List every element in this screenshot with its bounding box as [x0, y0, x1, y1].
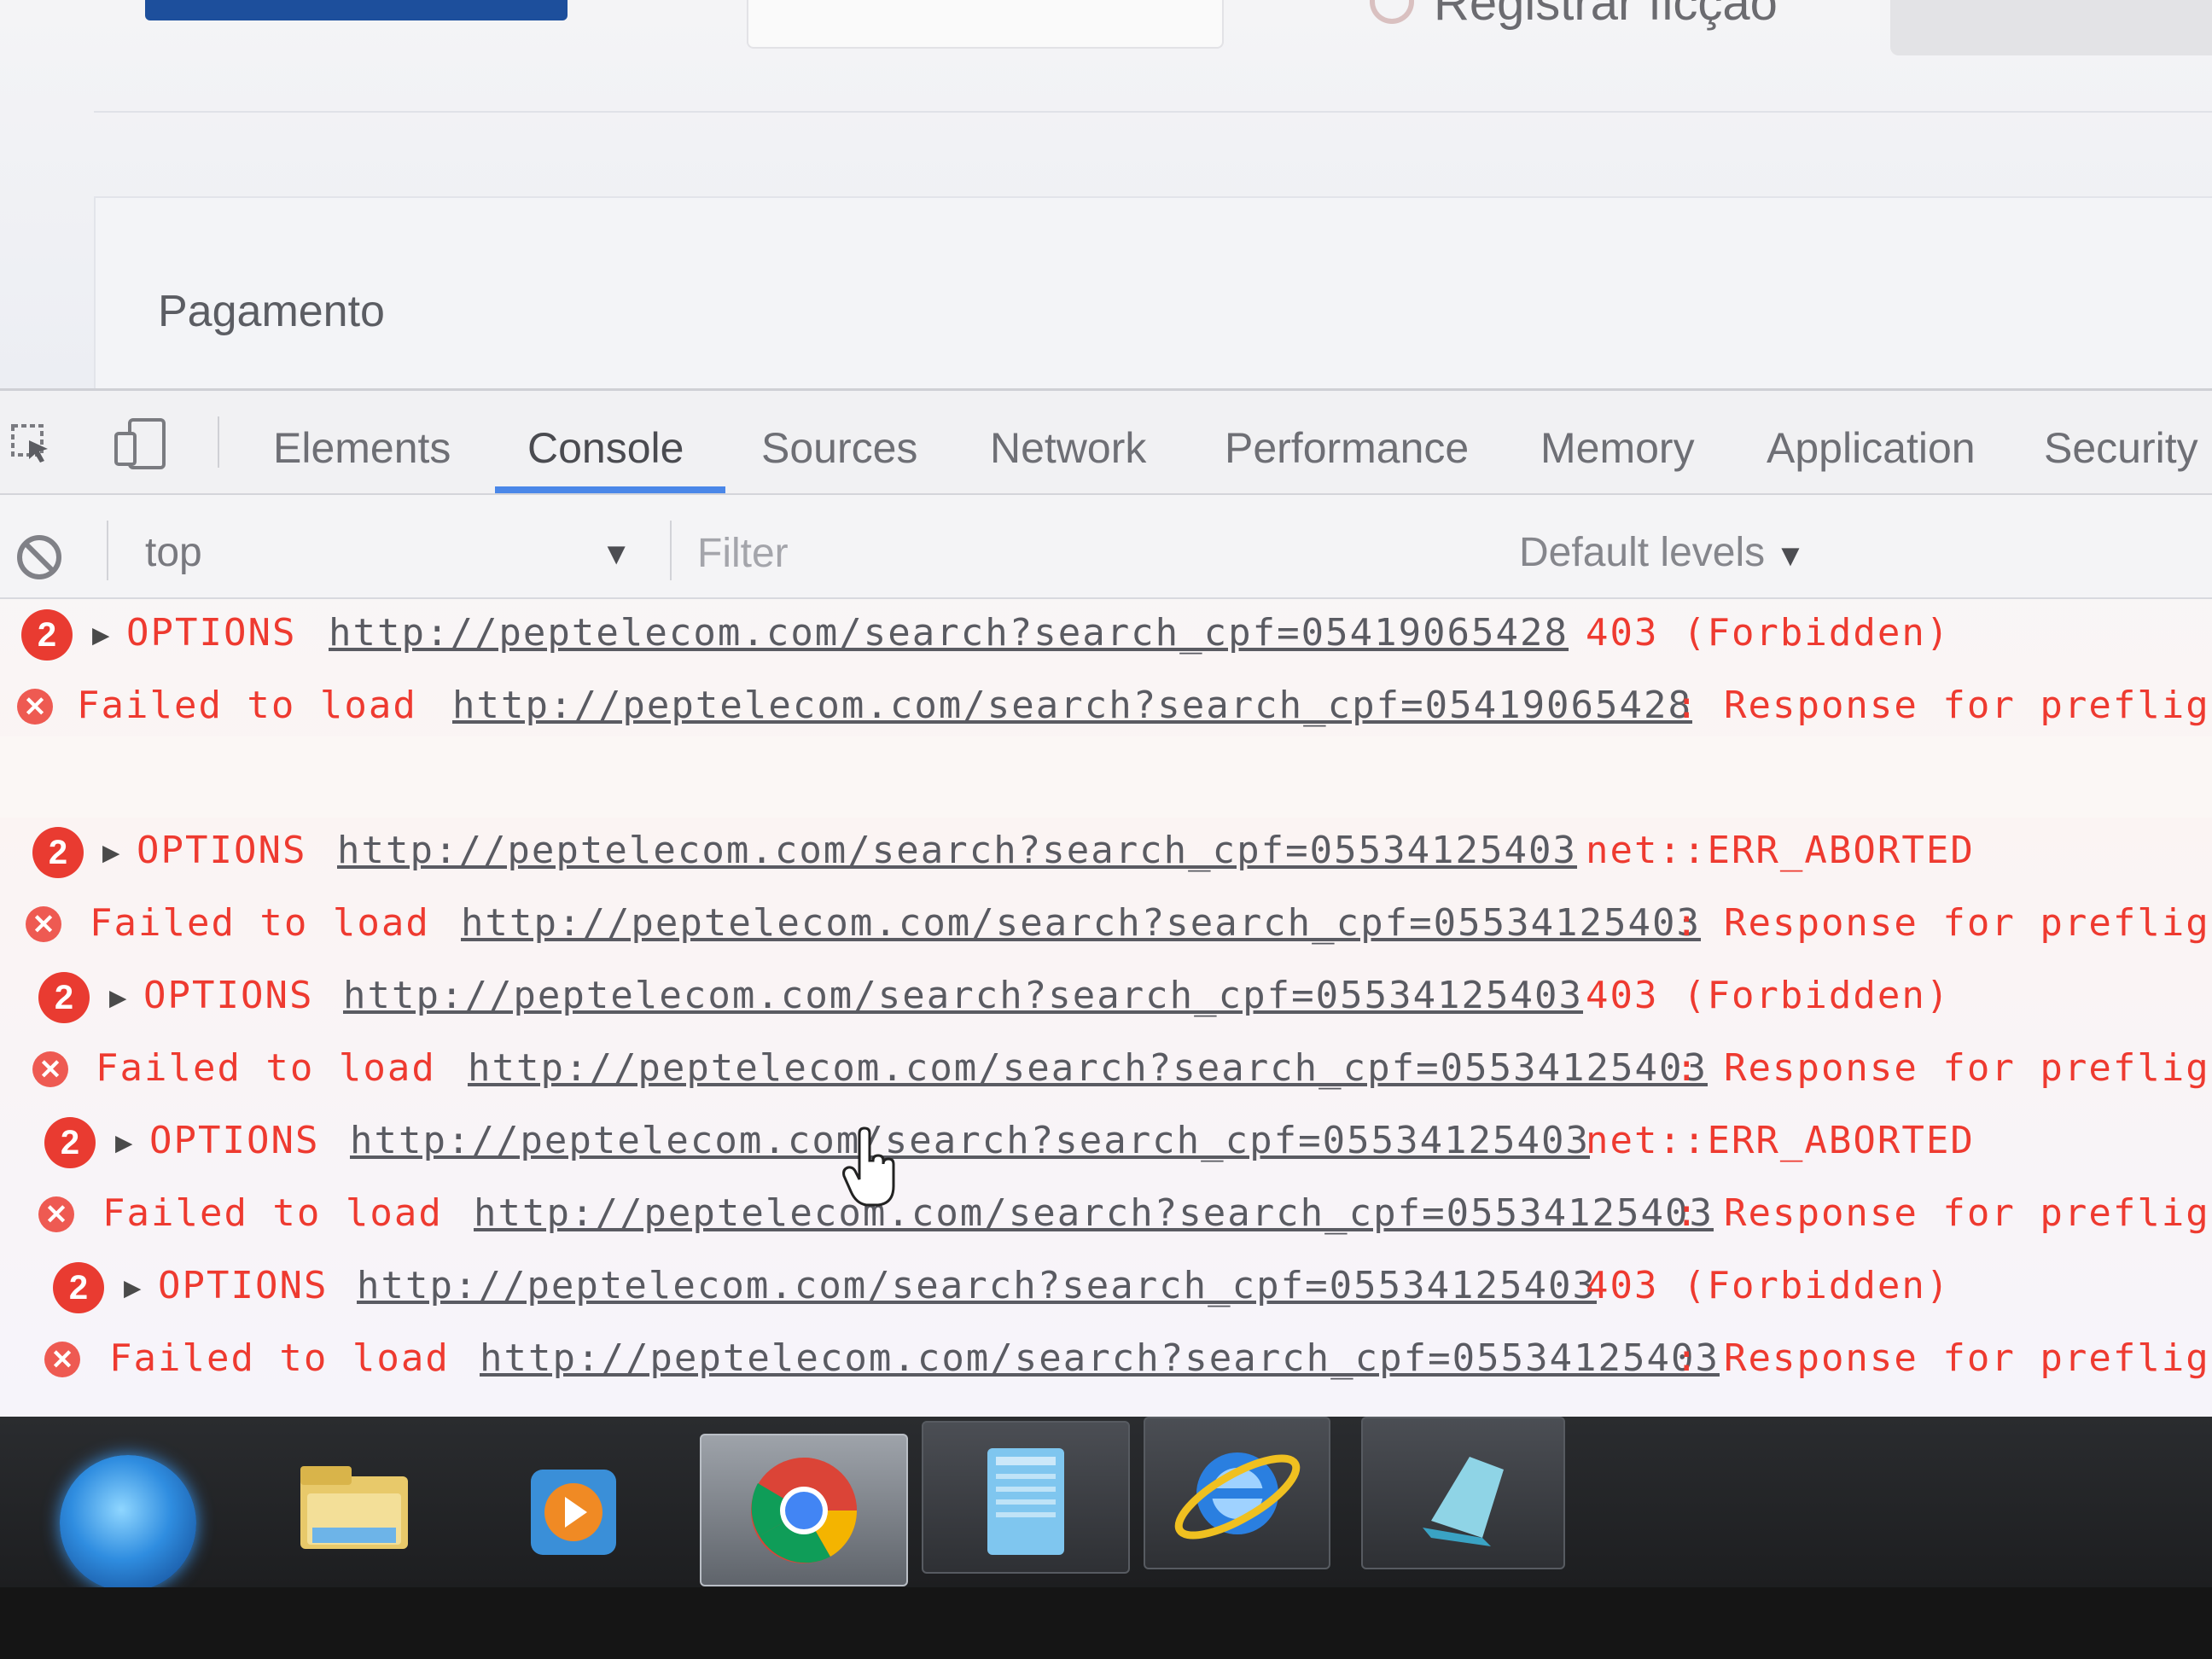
tab-security[interactable]: Security — [2044, 423, 2198, 473]
request-method: OPTIONS — [126, 611, 297, 655]
console-toolbar: top ▼ Default levels ▼ — [0, 495, 2212, 599]
toolbar-separator — [670, 521, 672, 580]
error-suffix: : Response for preflight — [1675, 901, 2212, 945]
request-url-link[interactable]: http://peptelecom.com/search?search_cpf=… — [343, 974, 1583, 1017]
error-prefix: Failed to load — [102, 1191, 443, 1235]
tab-elements[interactable]: Elements — [273, 423, 451, 473]
error-icon: ✕ — [26, 906, 61, 942]
error-icon: ✕ — [17, 689, 53, 725]
devtools-tab-bar: Elements Console Sources Network Perform… — [0, 391, 2212, 495]
expand-triangle-icon[interactable]: ▶ — [92, 618, 111, 652]
repeat-count-badge: 2 — [21, 609, 73, 661]
media-player-button[interactable] — [504, 1425, 649, 1575]
request-url-link[interactable]: http://peptelecom.com/search?search_cpf=… — [329, 611, 1569, 655]
message-spacer — [0, 736, 2212, 818]
error-icon: ✕ — [32, 1051, 68, 1087]
error-suffix: : Response for preflight — [1675, 684, 2212, 727]
tab-sources[interactable]: Sources — [761, 423, 917, 473]
devtools-panel: Elements Console Sources Network Perform… — [0, 388, 2212, 1449]
request-status: 403 (Forbidden) — [1586, 974, 1951, 1017]
section-title: Pagamento — [158, 287, 385, 336]
context-value: top — [145, 530, 202, 575]
start-orb-icon[interactable] — [60, 1455, 196, 1592]
log-levels-label: Default levels — [1519, 530, 1766, 575]
error-suffix: : Response for preflight — [1675, 1191, 2212, 1235]
internet-explorer-icon — [1174, 1452, 1301, 1540]
inspect-element-icon[interactable] — [10, 423, 53, 466]
hand-cursor-icon — [842, 1126, 895, 1207]
file-explorer-button[interactable] — [282, 1425, 427, 1575]
dropdown-arrow-icon: ▼ — [601, 536, 632, 571]
device-toolbar-icon[interactable] — [111, 418, 171, 469]
repeat-count-badge: 2 — [38, 972, 90, 1023]
media-player-icon — [531, 1470, 616, 1555]
expand-triangle-icon[interactable]: ▶ — [115, 1126, 134, 1160]
error-icon: ✕ — [44, 1342, 80, 1377]
error-prefix: Failed to load — [96, 1046, 436, 1090]
windows-taskbar — [0, 1417, 2212, 1592]
page-area: Registrar ficção Pagamento — [0, 0, 2212, 390]
tab-memory[interactable]: Memory — [1540, 423, 1695, 473]
folder-app-icon — [1423, 1457, 1504, 1546]
request-method: OPTIONS — [149, 1119, 320, 1162]
chrome-icon — [751, 1458, 858, 1563]
notepad-taskbar-button[interactable] — [922, 1421, 1130, 1574]
error-prefix: Failed to load — [77, 684, 417, 727]
error-prefix: Failed to load — [109, 1336, 450, 1380]
filter-input[interactable] — [696, 519, 1488, 587]
tab-application[interactable]: Application — [1767, 423, 1976, 473]
request-url-link[interactable]: http://peptelecom.com/search?search_cpf=… — [461, 901, 1701, 945]
clear-console-icon[interactable] — [15, 533, 63, 581]
expand-triangle-icon[interactable]: ▶ — [109, 981, 128, 1015]
request-url-link[interactable]: http://peptelecom.com/search?search_cpf=… — [357, 1264, 1597, 1307]
tab-performance[interactable]: Performance — [1225, 423, 1469, 473]
secondary-button[interactable] — [1890, 0, 2212, 55]
chrome-taskbar-button[interactable] — [700, 1434, 908, 1586]
error-prefix: Failed to load — [90, 901, 430, 945]
request-url-link[interactable]: http://peptelecom.com/search?search_cpf=… — [350, 1119, 1590, 1162]
context-selector[interactable]: top ▼ — [145, 529, 632, 580]
error-suffix: : Response for preflight — [1675, 1336, 2212, 1380]
repeat-count-badge: 2 — [32, 827, 84, 878]
repeat-count-badge: 2 — [44, 1117, 96, 1168]
log-levels-selector[interactable]: Default levels ▼ — [1519, 529, 1806, 580]
request-url-link[interactable]: http://peptelecom.com/search?search_cpf=… — [474, 1191, 1714, 1235]
screen-bezel — [0, 1587, 2212, 1659]
console-messages: 2 ▶ OPTIONS http://peptelecom.com/search… — [0, 604, 2212, 1449]
ie-taskbar-button[interactable] — [1144, 1417, 1330, 1569]
request-status: net::ERR_ABORTED — [1586, 829, 1975, 872]
request-status: 403 (Forbidden) — [1586, 611, 1951, 655]
request-method: OPTIONS — [137, 829, 307, 872]
request-method: OPTIONS — [158, 1264, 329, 1307]
request-url-link[interactable]: http://peptelecom.com/search?search_cpf=… — [480, 1336, 1720, 1380]
register-label[interactable]: Registrar ficção — [1434, 0, 1778, 32]
input-box[interactable] — [747, 0, 1224, 49]
request-url-link[interactable]: http://peptelecom.com/search?search_cpf=… — [468, 1046, 1708, 1090]
app-taskbar-button[interactable] — [1361, 1417, 1565, 1569]
error-suffix: : Response for preflight — [1675, 1046, 2212, 1090]
request-method: OPTIONS — [143, 974, 314, 1017]
file-explorer-icon — [300, 1466, 408, 1549]
expand-triangle-icon[interactable]: ▶ — [124, 1271, 143, 1305]
notepad-icon — [987, 1448, 1064, 1555]
request-status: 403 (Forbidden) — [1586, 1264, 1951, 1307]
divider — [94, 111, 2212, 113]
toolbar-separator — [218, 416, 219, 468]
expand-triangle-icon[interactable]: ▶ — [102, 835, 121, 870]
payment-panel — [94, 196, 2212, 390]
register-icon — [1370, 0, 1414, 24]
request-status: net::ERR_ABORTED — [1586, 1119, 1975, 1162]
tab-network[interactable]: Network — [990, 423, 1146, 473]
request-url-link[interactable]: http://peptelecom.com/search?search_cpf=… — [452, 684, 1692, 727]
tab-console[interactable]: Console — [527, 423, 684, 473]
top-strip: Registrar ficção — [0, 0, 2212, 128]
error-icon: ✕ — [38, 1196, 74, 1232]
dropdown-arrow-icon: ▼ — [1775, 538, 1806, 573]
request-url-link[interactable]: http://peptelecom.com/search?search_cpf=… — [337, 829, 1577, 872]
primary-button[interactable] — [145, 0, 568, 20]
toolbar-separator — [107, 521, 108, 580]
active-tab-indicator — [495, 486, 725, 493]
repeat-count-badge: 2 — [53, 1262, 104, 1313]
